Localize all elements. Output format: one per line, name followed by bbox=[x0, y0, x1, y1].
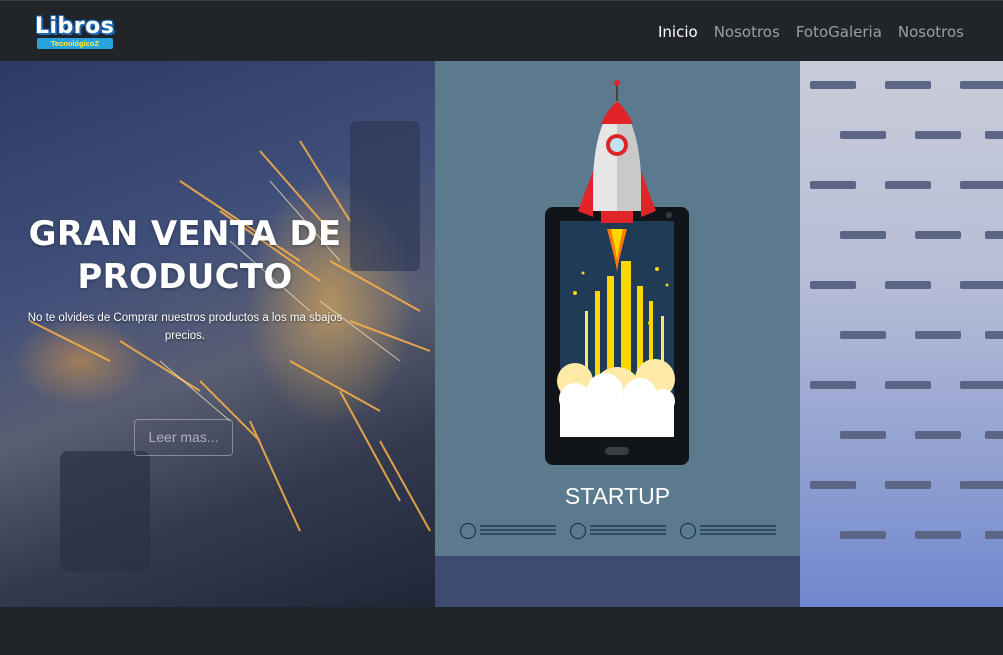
panel-holes bbox=[800, 231, 1003, 239]
panel-holes bbox=[800, 481, 1003, 489]
nav-link-nosotros-2[interactable]: Nosotros bbox=[898, 21, 964, 43]
navbar: Libros TecnológicoZ Inicio Nosotros Foto… bbox=[0, 0, 1003, 61]
footer-strip bbox=[0, 607, 1003, 655]
dollar-icon bbox=[570, 523, 586, 539]
panel-holes bbox=[800, 531, 1003, 539]
hero-title: GRAN VENTA DE PRODUCTO bbox=[28, 214, 342, 297]
nav-link-fotogaleria[interactable]: FotoGaleria bbox=[796, 21, 882, 43]
card-feature-row bbox=[460, 523, 780, 541]
feature-item bbox=[570, 523, 670, 541]
feature-item bbox=[460, 523, 560, 541]
panel-holes bbox=[800, 81, 1003, 89]
nav-link-inicio[interactable]: Inicio bbox=[658, 21, 698, 43]
hero-text: No te olvides de Comprar nuestros produc… bbox=[27, 312, 343, 342]
chart-icon bbox=[460, 523, 476, 539]
brand-logo[interactable]: Libros TecnológicoZ bbox=[35, 15, 115, 49]
hero-caption: GRAN VENTA DE PRODUCTO No te olvides de … bbox=[22, 213, 348, 456]
startup-card-image: STARTUP bbox=[435, 61, 800, 556]
card-startup-label: STARTUP bbox=[564, 483, 671, 509]
panel-holes bbox=[800, 131, 1003, 139]
hero-carousel: STARTUP GRAN VENTA DE PRODUCTO No te olv… bbox=[0, 61, 1003, 607]
logo-wordmark: Libros bbox=[35, 14, 115, 39]
feature-text-placeholder bbox=[480, 525, 556, 537]
hero-background-panel bbox=[800, 61, 1003, 607]
panel-holes bbox=[800, 181, 1003, 189]
panel-holes bbox=[800, 381, 1003, 389]
feature-text-placeholder bbox=[700, 525, 776, 537]
read-more-button[interactable]: Leer mas... bbox=[134, 419, 233, 456]
logo-subtitle: TecnológicoZ bbox=[37, 38, 113, 49]
mail-icon bbox=[680, 523, 696, 539]
panel-holes bbox=[800, 281, 1003, 289]
rocket-phone-illustration bbox=[545, 80, 689, 465]
feature-text-placeholder bbox=[590, 525, 666, 537]
panel-holes bbox=[800, 331, 1003, 339]
panel-holes bbox=[800, 431, 1003, 439]
nav-link-nosotros[interactable]: Nosotros bbox=[714, 21, 780, 43]
nav-links: Inicio Nosotros FotoGaleria Nosotros bbox=[658, 21, 964, 43]
feature-item bbox=[680, 523, 780, 541]
